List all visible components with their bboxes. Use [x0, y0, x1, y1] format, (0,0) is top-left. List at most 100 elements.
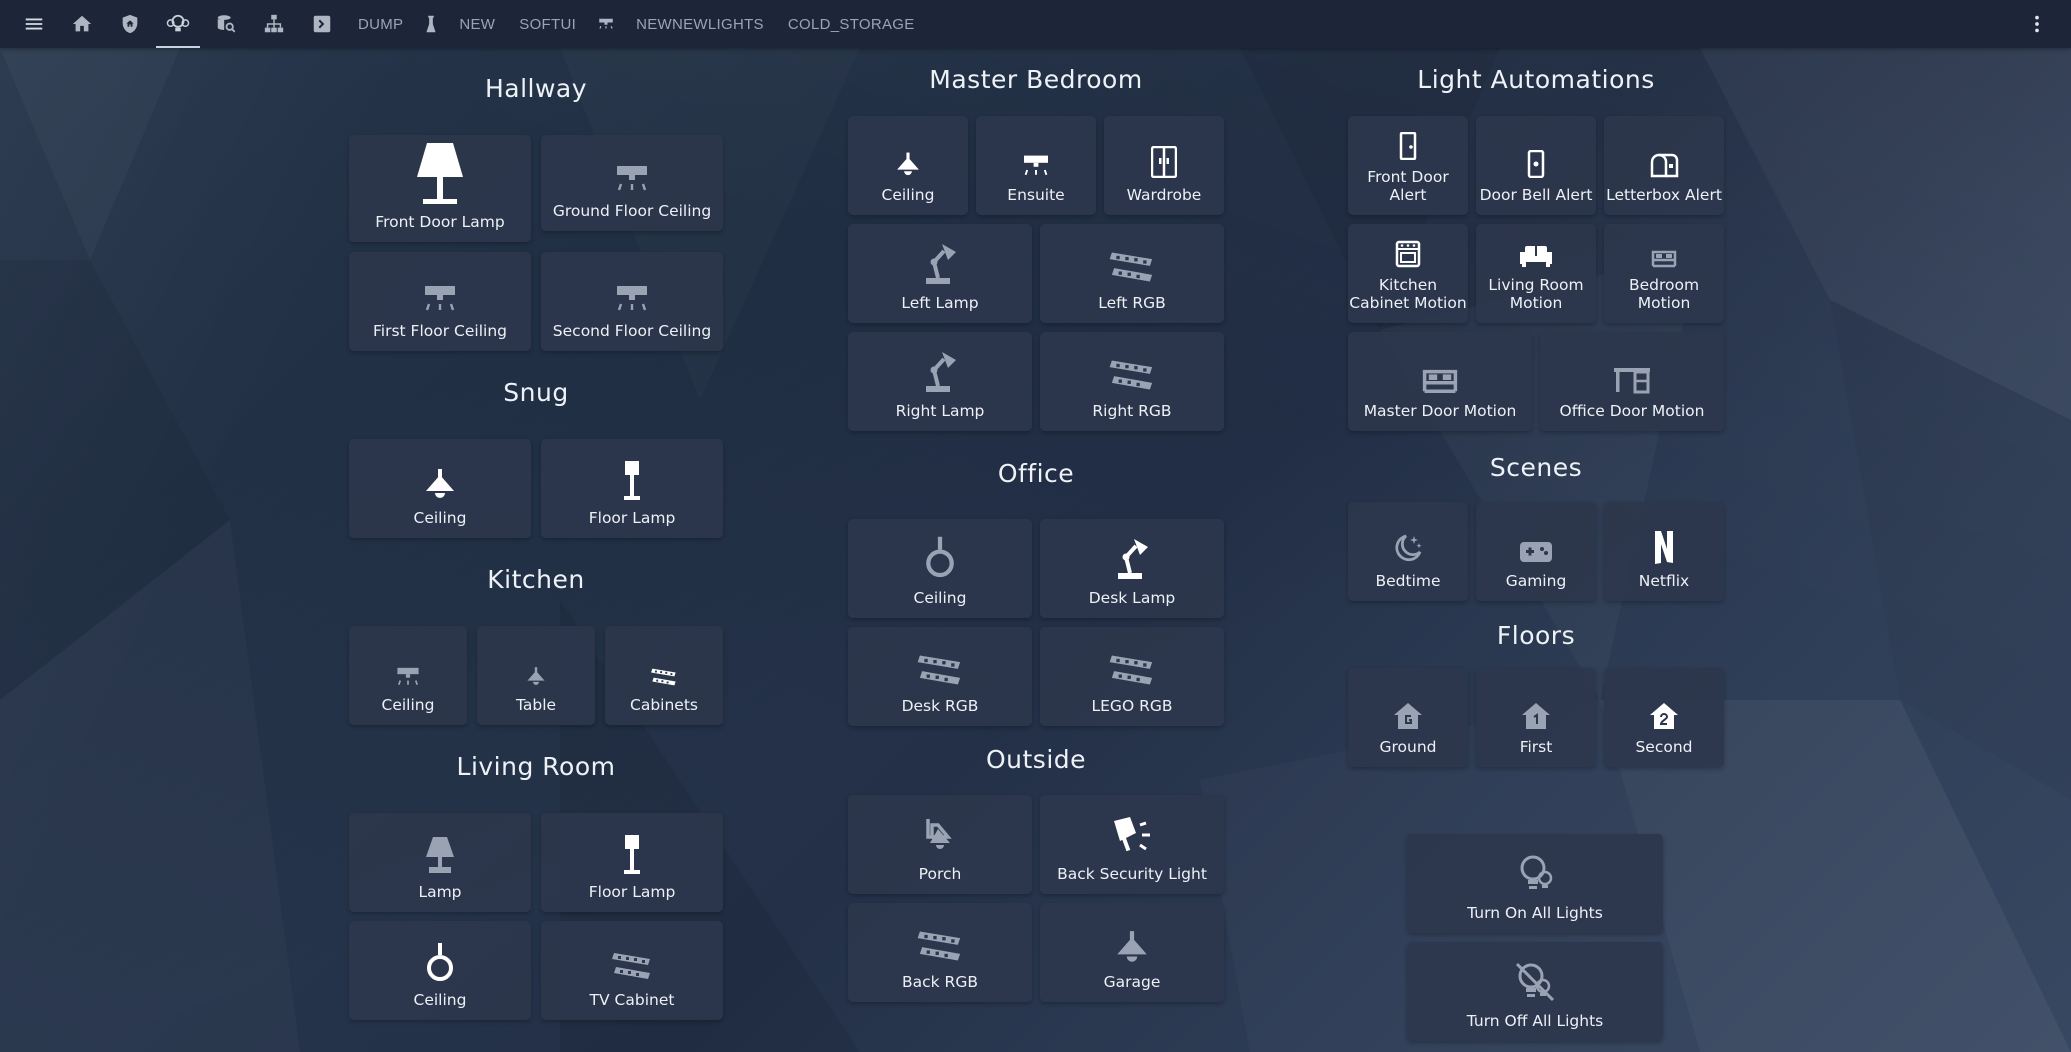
card-first-floor-ceiling[interactable]: First Floor Ceiling	[349, 252, 531, 351]
card-office-desk-rgb[interactable]: Desk RGB	[848, 627, 1032, 726]
card-label: TV Cabinet	[589, 991, 675, 1009]
card-letterbox-alert[interactable]: Letterbox Alert	[1604, 116, 1724, 215]
card-master-right-lamp[interactable]: Right Lamp	[848, 332, 1032, 431]
doorbell-icon	[1527, 150, 1545, 178]
card-label: Second	[1635, 738, 1693, 756]
tab-newnewlights[interactable]: NEWNEWLIGHTS	[624, 0, 776, 48]
card-living-lamp[interactable]: Lamp	[349, 813, 531, 912]
card-floor-first[interactable]: First	[1476, 668, 1596, 767]
door-icon	[1399, 132, 1417, 160]
led-strip-icon	[612, 949, 652, 983]
lightbulb-group-icon[interactable]	[154, 0, 202, 48]
tab-softui[interactable]: SOFTUI	[507, 0, 588, 48]
card-bedroom-motion[interactable]: Bedroom Motion	[1604, 224, 1724, 323]
card-office-ceiling[interactable]: Ceiling	[848, 519, 1032, 618]
card-label: Cabinets	[630, 696, 698, 714]
card-kitchen-table[interactable]: Table	[477, 626, 595, 725]
card-living-tv-cabinet[interactable]: TV Cabinet	[541, 921, 723, 1020]
card-floor-ground[interactable]: Ground	[1348, 668, 1468, 767]
card-label: Turn On All Lights	[1467, 904, 1603, 922]
card-living-floor-lamp[interactable]: Floor Lamp	[541, 813, 723, 912]
tab-dump[interactable]: DUMP	[346, 0, 415, 48]
card-master-right-rgb[interactable]: Right RGB	[1040, 332, 1224, 431]
card-scene-gaming[interactable]: Gaming	[1476, 502, 1596, 601]
ceiling-light-icon	[1022, 154, 1050, 178]
section-title-outside: Outside	[985, 745, 1087, 774]
card-scene-bedtime[interactable]: Bedtime	[1348, 502, 1468, 601]
card-outside-garage[interactable]: Garage	[1040, 903, 1224, 1002]
card-floor-second[interactable]: Second	[1604, 668, 1724, 767]
home-icon[interactable]	[58, 0, 106, 48]
pendant-ring-icon	[923, 535, 957, 581]
bed-icon	[1650, 248, 1678, 268]
card-office-lego-rgb[interactable]: LEGO RGB	[1040, 627, 1224, 726]
lan-icon[interactable]	[250, 0, 298, 48]
card-master-ceiling[interactable]: Ceiling	[848, 116, 968, 215]
ceiling-light-icon	[1113, 931, 1151, 965]
led-strip-icon	[651, 666, 677, 688]
card-kitchen-ceiling[interactable]: Ceiling	[349, 626, 467, 725]
mailbox-icon	[1649, 152, 1679, 178]
card-second-floor-ceiling[interactable]: Second Floor Ceiling	[541, 252, 723, 351]
shield-home-icon[interactable]	[106, 0, 154, 48]
card-kitchen-cabinet-motion[interactable]: Kitchen Cabinet Motion	[1348, 224, 1468, 323]
tab-new[interactable]: NEW	[447, 0, 507, 48]
card-label: Letterbox Alert	[1606, 186, 1722, 204]
led-strip-icon	[917, 651, 963, 689]
section-title-scenes: Scenes	[1489, 453, 1583, 482]
card-snug-ceiling[interactable]: Ceiling	[349, 439, 531, 538]
card-office-desk-lamp[interactable]: Desk Lamp	[1040, 519, 1224, 618]
card-living-ceiling[interactable]: Ceiling	[349, 921, 531, 1020]
card-label: Kitchen Cabinet Motion	[1349, 276, 1467, 312]
turn-off-all-lights-button[interactable]: Turn Off All Lights	[1407, 942, 1663, 1041]
ceiling-light-icon	[396, 666, 420, 688]
tab-cold-storage[interactable]: COLD_STORAGE	[776, 0, 927, 48]
home-floor-g-icon	[1393, 702, 1423, 730]
card-scene-netflix[interactable]: Netflix	[1604, 502, 1724, 601]
card-label: Ceiling	[413, 991, 467, 1009]
database-search-icon[interactable]	[202, 0, 250, 48]
flask-icon[interactable]	[415, 0, 447, 48]
card-label: Ceiling	[413, 509, 467, 527]
ceiling-light-icon[interactable]	[588, 0, 624, 48]
card-snug-floor-lamp[interactable]: Floor Lamp	[541, 439, 723, 538]
card-living-room-motion[interactable]: Living Room Motion	[1476, 224, 1596, 323]
section-title-hallway: Hallway	[484, 74, 588, 103]
card-front-door-alert[interactable]: Front Door Alert	[1348, 116, 1468, 215]
sofa-icon	[1520, 244, 1552, 268]
top-app-bar: DUMP NEW SOFTUI NEWNEWLIGHTS COLD_STORAG…	[0, 0, 2071, 48]
led-strip-icon	[1109, 651, 1155, 689]
card-master-ensuite[interactable]: Ensuite	[976, 116, 1096, 215]
desk-lamp-icon	[1114, 537, 1150, 581]
card-outside-porch[interactable]: Porch	[848, 795, 1032, 894]
more-vertical-icon[interactable]	[2013, 0, 2061, 48]
stove-icon	[1395, 240, 1421, 268]
card-label: Bedtime	[1375, 572, 1441, 590]
card-master-wardrobe[interactable]: Wardrobe	[1104, 116, 1224, 215]
led-strip-icon	[917, 927, 963, 965]
pendant-light-icon	[525, 666, 547, 688]
card-front-door-lamp[interactable]: Front Door Lamp	[349, 135, 531, 242]
ceiling-light-icon	[615, 284, 649, 314]
card-outside-back-rgb[interactable]: Back RGB	[848, 903, 1032, 1002]
card-ground-floor-ceiling[interactable]: Ground Floor Ceiling	[541, 135, 723, 231]
turn-on-all-lights-button[interactable]: Turn On All Lights	[1407, 834, 1663, 933]
desk-lamp-icon	[922, 242, 958, 286]
card-door-bell-alert[interactable]: Door Bell Alert	[1476, 116, 1596, 215]
floor-lamp-icon	[621, 835, 643, 875]
ceiling-light-icon	[423, 284, 457, 314]
weather-night-icon	[1392, 532, 1424, 564]
console-icon[interactable]	[298, 0, 346, 48]
card-kitchen-cabinets[interactable]: Cabinets	[605, 626, 723, 725]
card-label: Table	[515, 696, 557, 714]
menu-icon[interactable]	[10, 0, 58, 48]
card-label: Ceiling	[881, 186, 935, 204]
outdoor-lamp-icon	[922, 815, 958, 857]
desk-icon	[1613, 366, 1651, 394]
card-master-left-rgb[interactable]: Left RGB	[1040, 224, 1224, 323]
card-office-door-motion[interactable]: Office Door Motion	[1540, 332, 1724, 431]
card-master-door-motion[interactable]: Master Door Motion	[1348, 332, 1532, 431]
card-outside-back-security-light[interactable]: Back Security Light	[1040, 795, 1224, 894]
section-title-snug: Snug	[503, 378, 569, 407]
card-master-left-lamp[interactable]: Left Lamp	[848, 224, 1032, 323]
